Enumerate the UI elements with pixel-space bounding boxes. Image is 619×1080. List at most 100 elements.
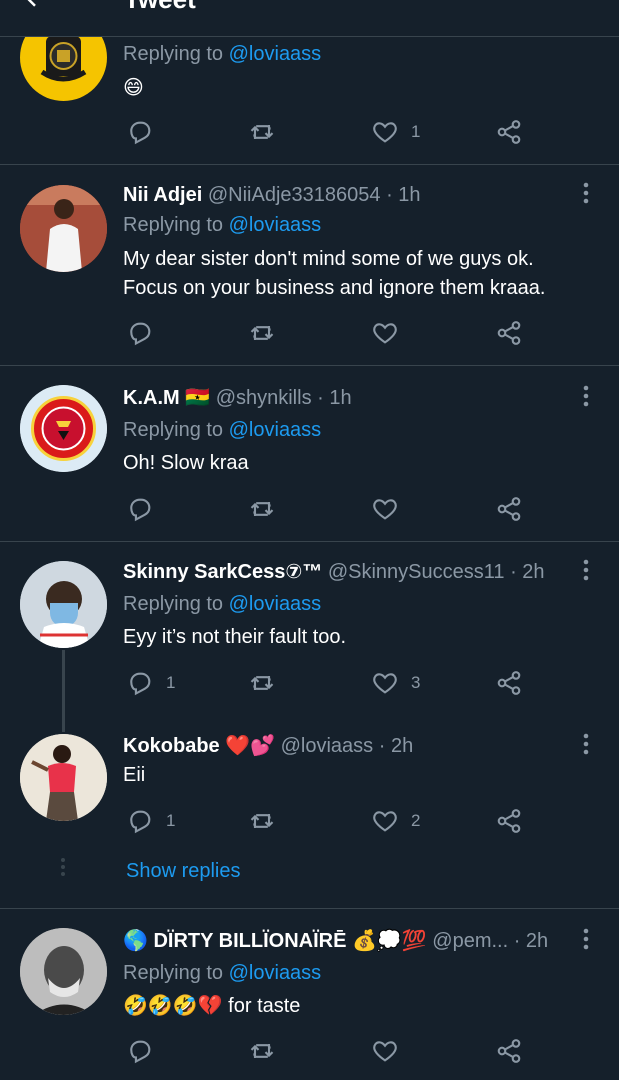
reply-button[interactable]: 1: [126, 806, 175, 836]
tweet-header: Skinny SarkCess⑦™ @SkinnySuccess11 · 2h: [123, 560, 545, 584]
user-handle[interactable]: @shynkills: [216, 387, 312, 409]
display-name[interactable]: 🌎 DÏRTY BILLÏONAÏRĒ 💰💭💯: [123, 930, 427, 952]
retweet-button[interactable]: [248, 494, 276, 524]
reply-count: 1: [166, 673, 176, 692]
like-button[interactable]: 2: [371, 806, 420, 836]
tweet-actions: [0, 318, 619, 348]
share-button[interactable]: [495, 494, 523, 524]
tweet-2[interactable]: K.A.M 🇬🇭 @shynkills · 1h Replying to @lo…: [0, 366, 619, 541]
tweet-header: 🌎 DÏRTY BILLÏONAÏRĒ 💰💭💯 @pem... · 2h: [123, 929, 548, 953]
like-button[interactable]: [371, 494, 399, 524]
heart-icon: [373, 122, 397, 143]
reply-button[interactable]: [126, 1036, 154, 1066]
share-icon: [497, 671, 521, 695]
tweet-text: 🤣🤣🤣💔 for taste: [123, 995, 301, 1017]
tweet-header: Nii Adjei @NiiAdje33186054 · 1h: [123, 183, 421, 207]
manchester-united-badge-icon: [20, 385, 107, 472]
retweet-icon: [250, 676, 274, 690]
timestamp: · 1h: [317, 387, 352, 409]
heart-icon: [373, 499, 397, 520]
timestamp: · 2h: [510, 561, 545, 583]
like-button[interactable]: 3: [371, 668, 420, 698]
tweet-text: Eii: [123, 764, 146, 786]
replying-to-label: Replying to: [123, 419, 224, 441]
replying-to: Replying to @loviaass: [123, 592, 321, 616]
tweet-text: 😄: [123, 77, 144, 99]
avatar[interactable]: [20, 928, 107, 1015]
display-name[interactable]: K.A.M 🇬🇭: [123, 387, 210, 409]
like-count: 2: [411, 811, 421, 830]
share-button[interactable]: [495, 117, 523, 147]
more-options-icon[interactable]: [578, 732, 594, 756]
replying-to-handle[interactable]: @loviaass: [229, 43, 322, 65]
tweet-4[interactable]: Kokobabe ❤️💕 @loviaass · 2h Eii 1 2 Show…: [0, 720, 619, 908]
display-name[interactable]: Nii Adjei: [123, 184, 202, 206]
avatar[interactable]: [20, 385, 107, 472]
timestamp: · 1h: [386, 184, 421, 206]
person-photo-icon: [20, 185, 107, 272]
tweet-text-line-2: Focus on your business and ignore them k…: [123, 277, 546, 299]
tweet-text: Eyy it’s not their fault too.: [123, 626, 347, 648]
share-icon: [497, 809, 521, 833]
retweet-button[interactable]: [248, 117, 276, 147]
replying-to-handle[interactable]: @loviaass: [229, 214, 322, 236]
retweet-button[interactable]: [248, 668, 276, 698]
replying-to: Replying to @loviaass: [123, 42, 321, 66]
reply-button[interactable]: [126, 494, 154, 524]
retweet-button[interactable]: [248, 318, 276, 348]
reply-icon: [130, 672, 151, 696]
user-handle[interactable]: @NiiAdje33186054: [208, 184, 381, 206]
show-replies-link[interactable]: Show replies: [126, 860, 241, 883]
tweet-3[interactable]: Skinny SarkCess⑦™ @SkinnySuccess11 · 2h …: [0, 542, 619, 720]
more-options-icon[interactable]: [578, 181, 594, 205]
share-icon: [497, 1039, 521, 1063]
tweet-5[interactable]: 🌎 DÏRTY BILLÏONAÏRĒ 💰💭💯 @pem... · 2h Rep…: [0, 909, 619, 1080]
replying-to-label: Replying to: [123, 43, 224, 65]
retweet-icon: [250, 814, 274, 828]
more-options-icon[interactable]: [578, 558, 594, 582]
tweet-header: K.A.M 🇬🇭 @shynkills · 1h: [123, 386, 352, 410]
more-options-icon[interactable]: [578, 384, 594, 408]
share-button[interactable]: [495, 806, 523, 836]
replying-to: Replying to @loviaass: [123, 213, 321, 237]
person-photo-icon: [20, 561, 107, 648]
retweet-button[interactable]: [248, 1036, 276, 1066]
tweet-header: Kokobabe ❤️💕 @loviaass · 2h: [123, 734, 413, 758]
like-button[interactable]: 1: [371, 117, 420, 147]
replying-to-handle[interactable]: @loviaass: [229, 593, 322, 615]
retweet-button[interactable]: [248, 806, 276, 836]
replying-to-handle[interactable]: @loviaass: [229, 962, 322, 984]
display-name[interactable]: Kokobabe ❤️💕: [123, 735, 275, 757]
reply-button[interactable]: [126, 318, 154, 348]
user-handle[interactable]: @SkinnySuccess11: [328, 561, 505, 583]
retweet-icon: [250, 125, 274, 139]
share-button[interactable]: [495, 668, 523, 698]
tweet-text: Oh! Slow kraa: [123, 452, 249, 474]
more-options-icon[interactable]: [578, 927, 594, 951]
share-button[interactable]: [495, 318, 523, 348]
heart-icon: [373, 1041, 397, 1062]
user-handle[interactable]: @loviaass: [281, 735, 374, 757]
reply-icon: [130, 498, 151, 522]
reply-icon: [130, 322, 151, 346]
share-button[interactable]: [495, 1036, 523, 1066]
display-name[interactable]: Skinny SarkCess⑦™: [123, 561, 322, 583]
tweet-actions: [0, 494, 619, 524]
thread-dots-icon: [59, 858, 67, 879]
heart-icon: [373, 811, 397, 832]
like-button[interactable]: [371, 318, 399, 348]
back-arrow-icon[interactable]: [20, 0, 50, 12]
like-count: 1: [411, 122, 421, 141]
replying-to-handle[interactable]: @loviaass: [229, 419, 322, 441]
reply-icon: [130, 121, 151, 145]
reply-button[interactable]: [126, 117, 154, 147]
retweet-icon: [250, 502, 274, 516]
user-handle[interactable]: @pem...: [432, 930, 508, 952]
tweet-1[interactable]: Nii Adjei @NiiAdje33186054 · 1h Replying…: [0, 165, 619, 365]
avatar[interactable]: [20, 185, 107, 272]
timestamp: · 2h: [513, 930, 549, 952]
timestamp: · 2h: [378, 735, 414, 757]
reply-button[interactable]: 1: [126, 668, 175, 698]
like-button[interactable]: [371, 1036, 399, 1066]
avatar[interactable]: [20, 561, 107, 648]
